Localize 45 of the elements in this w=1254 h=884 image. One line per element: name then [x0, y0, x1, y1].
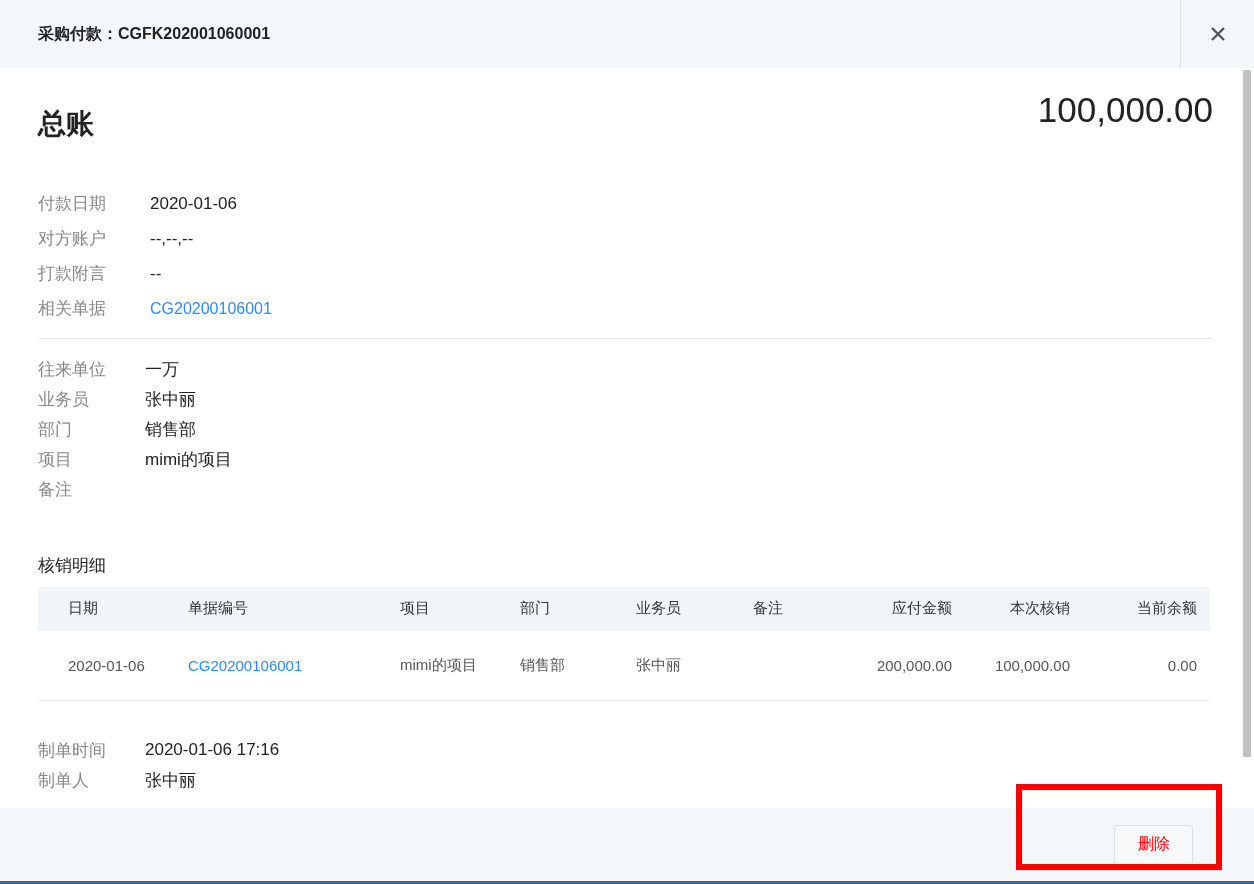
field-label: 部门 — [38, 418, 73, 441]
close-icon — [1210, 27, 1225, 41]
field-label: 打款附言 — [38, 263, 107, 285]
field-value: --,--,-- — [150, 228, 195, 249]
column-header: 应付金额 — [891, 598, 953, 618]
field-value: mimi的项目 — [145, 448, 233, 471]
table-cell-text: 2020-01-06 — [67, 656, 146, 674]
scrollbar-thumb[interactable] — [1243, 70, 1251, 757]
table-cell-text: 200,000.00 — [875, 656, 953, 674]
ledger-heading: 总账 — [38, 107, 94, 141]
table-cell-text: 100,000.00 — [993, 656, 1071, 674]
table-cell-text: 张中丽 — [636, 655, 682, 675]
table-cell-text: 0.00 — [1166, 656, 1198, 674]
field-label: 相关单据 — [38, 298, 107, 320]
column-header: 业务员 — [636, 598, 682, 618]
document-link[interactable]: CG20200106001 — [150, 299, 272, 318]
section-title: 核销明细 — [38, 555, 107, 577]
field-value: 张中丽 — [145, 388, 197, 411]
field-label: 对方账户 — [38, 228, 107, 250]
field-value: 张中丽 — [145, 769, 197, 792]
table-cell-text: mimi的项目 — [400, 655, 478, 675]
delete-button[interactable]: 删除 — [1114, 824, 1193, 865]
field-value: 销售部 — [145, 418, 197, 441]
column-header: 备注 — [753, 598, 784, 618]
column-header: 项目 — [400, 598, 431, 618]
field-value: -- — [150, 263, 163, 284]
document-link[interactable]: CG20200106001 — [188, 656, 303, 674]
column-header: 当前余额 — [1136, 598, 1198, 618]
field-value: 一万 — [145, 358, 180, 381]
field-label: 制单人 — [38, 769, 90, 792]
column-header: 部门 — [520, 598, 551, 618]
field-label: 付款日期 — [38, 193, 107, 215]
field-value: 2020-01-06 17:16 — [145, 740, 281, 760]
column-header: 日期 — [67, 598, 99, 618]
field-label: 项目 — [38, 448, 73, 471]
dialog-title: 采购付款：CGFK202001060001 — [37, 23, 272, 44]
column-header: 单据编号 — [188, 598, 249, 618]
column-header: 本次核销 — [1009, 598, 1071, 618]
field-value: 2020-01-06 — [150, 193, 238, 214]
field-label: 制单时间 — [38, 739, 107, 762]
table-cell-text: 销售部 — [520, 655, 566, 675]
field-label: 业务员 — [38, 388, 90, 411]
field-label: 备注 — [38, 478, 73, 501]
field-label: 往来单位 — [38, 358, 107, 381]
total-amount: 100,000.00 — [1037, 90, 1213, 130]
